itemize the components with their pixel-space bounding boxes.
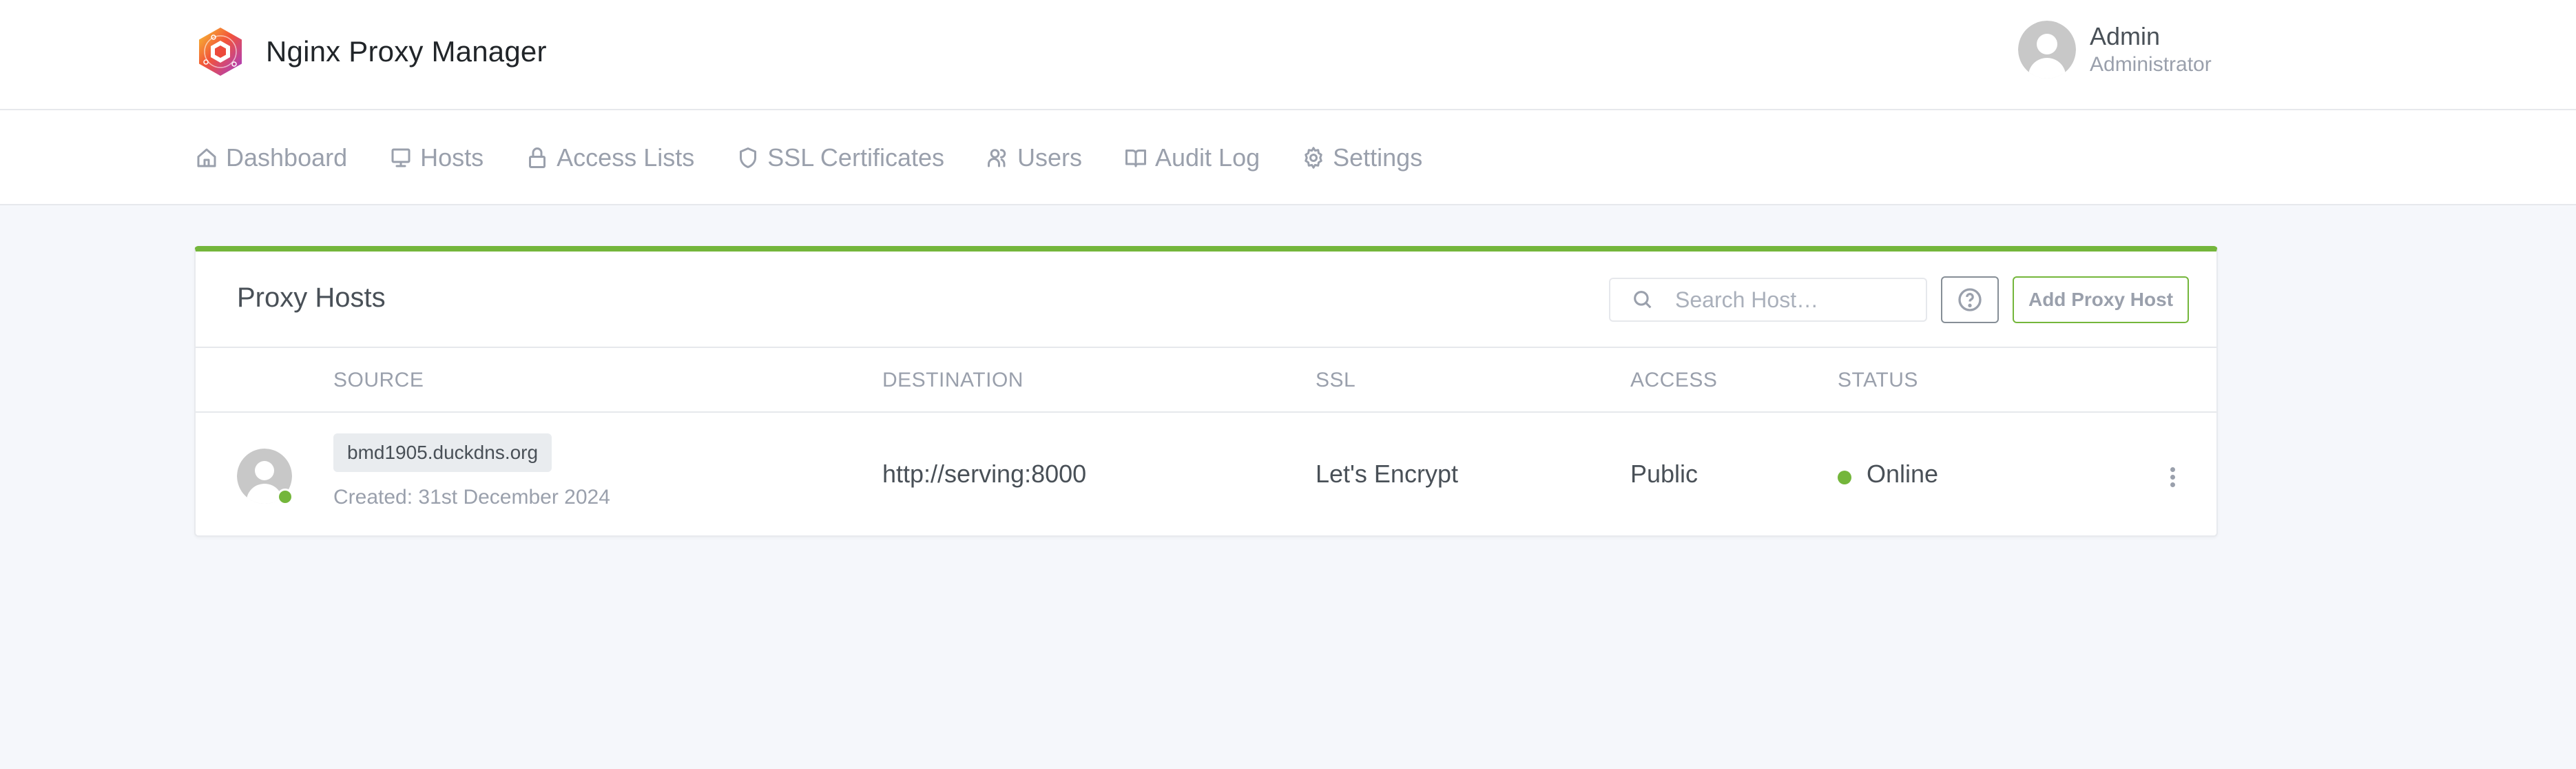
status-dot — [1838, 471, 1851, 484]
column-header-access[interactable]: ACCESS — [1630, 369, 1717, 392]
users-icon — [987, 149, 1006, 167]
ssl-cell: Let's Encrypt — [1316, 460, 1458, 488]
host-avatar — [237, 449, 293, 505]
lock-icon — [529, 147, 546, 168]
app-title: Nginx Proxy Manager — [266, 35, 547, 68]
created-date: Created: 31st December 2024 — [333, 486, 610, 509]
home-icon — [197, 148, 216, 167]
proxy-hosts-card: Proxy Hosts Add Proxy Host SOURCE DESTIN… — [194, 246, 2218, 537]
help-button[interactable] — [1941, 276, 1999, 323]
avatar — [2018, 21, 2076, 79]
destination-cell: http://serving:8000 — [882, 460, 1087, 488]
card-title: Proxy Hosts — [237, 283, 386, 313]
nav-item-label: Dashboard — [226, 143, 348, 172]
access-cell: Public — [1630, 460, 1699, 488]
nav-item-hosts[interactable]: Hosts — [388, 143, 484, 172]
brand[interactable]: Nginx Proxy Manager — [194, 25, 547, 78]
gear-icon — [1305, 147, 1322, 169]
column-header-status[interactable]: STATUS — [1838, 369, 1918, 392]
table-row: bmd1905.duckdns.org Created: 31st Decemb… — [196, 413, 2216, 534]
nav-item-ssl-certificates[interactable]: SSL Certificates — [736, 143, 944, 172]
user-name: Admin — [2090, 22, 2161, 50]
row-actions-menu-button[interactable] — [2159, 460, 2186, 494]
source-domain-badge[interactable]: bmd1905.duckdns.org — [333, 433, 552, 472]
nav-item-dashboard[interactable]: Dashboard — [194, 143, 347, 172]
column-header-source[interactable]: SOURCE — [333, 369, 424, 392]
nginx-proxy-manager-logo-icon — [199, 28, 242, 76]
monitor-icon — [391, 148, 411, 167]
search-input[interactable] — [1675, 287, 1923, 313]
main-navigation: Dashboard Hosts Access Lists SSL Certifi… — [0, 110, 2576, 205]
column-header-destination[interactable]: DESTINATION — [882, 369, 1024, 392]
book-open-icon — [1125, 150, 1146, 167]
kebab-dot — [2170, 474, 2175, 480]
nav-item-audit-log[interactable]: Audit Log — [1123, 143, 1260, 172]
nav-item-label: Audit Log — [1155, 143, 1260, 172]
nav-item-access-lists[interactable]: Access Lists — [525, 143, 694, 172]
search-box[interactable] — [1609, 278, 1927, 322]
user-role: Administrator — [2090, 53, 2212, 76]
nav-item-label: Access Lists — [557, 143, 695, 172]
top-header: Nginx Proxy Manager Admin Administrator — [0, 0, 2576, 110]
column-header-ssl[interactable]: SSL — [1316, 369, 1355, 392]
user-avatar-icon — [2018, 21, 2076, 79]
card-header: Proxy Hosts Add Proxy Host — [196, 252, 2216, 348]
shield-icon — [740, 147, 757, 168]
nav-item-label: Settings — [1333, 143, 1423, 172]
nav-item-users[interactable]: Users — [986, 143, 1082, 172]
nav-item-settings[interactable]: Settings — [1301, 143, 1422, 172]
table-header: SOURCE DESTINATION SSL ACCESS STATUS — [196, 348, 2216, 413]
kebab-dot — [2170, 482, 2175, 487]
nav-item-label: SSL Certificates — [767, 143, 944, 172]
user-menu[interactable]: Admin Administrator — [2018, 21, 2212, 79]
nav-item-label: Users — [1017, 143, 1082, 172]
help-circle-icon — [1958, 288, 1982, 311]
nav-item-label: Hosts — [420, 143, 484, 172]
status-badge: Online — [1867, 460, 1939, 488]
add-proxy-host-button[interactable]: Add Proxy Host — [2013, 276, 2189, 323]
kebab-dot — [2170, 466, 2175, 472]
search-icon — [1634, 291, 1652, 309]
online-indicator-dot — [277, 489, 293, 505]
